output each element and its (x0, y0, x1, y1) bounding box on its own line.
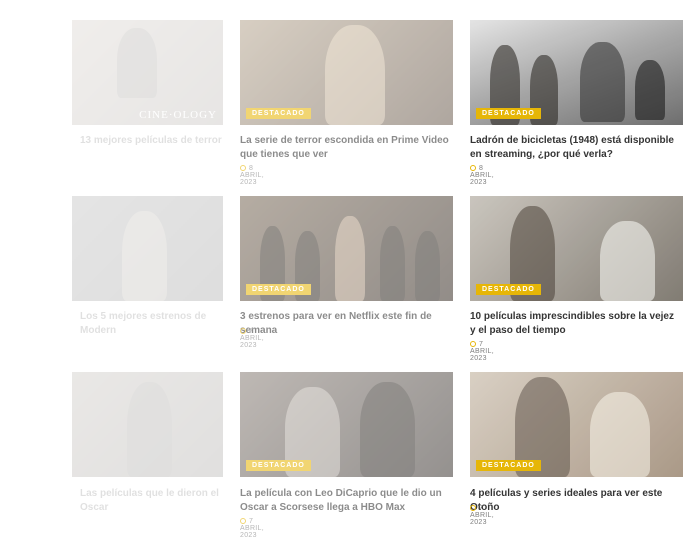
featured-badge: DESTACADO (246, 284, 311, 295)
article-thumbnail[interactable]: DESTACADO (470, 20, 683, 125)
featured-badge: DESTACADO (246, 108, 311, 119)
featured-badge: DESTACADO (246, 460, 311, 471)
article-thumbnail[interactable]: DESTACADO (240, 372, 453, 477)
clock-icon (240, 165, 246, 171)
article-thumbnail[interactable]: CINE·OLOGY (72, 20, 223, 125)
thumbnail-watermark: CINE·OLOGY (139, 109, 217, 121)
article-thumbnail[interactable]: DESTACADO (240, 20, 453, 125)
article-title[interactable]: 3 estrenos para ver en Netflix este fin … (240, 310, 452, 337)
article-title[interactable]: Los 5 mejores estrenos de Modern (80, 310, 222, 337)
clock-icon (240, 518, 246, 524)
featured-badge: DESTACADO (476, 108, 541, 119)
article-thumbnail[interactable] (72, 196, 223, 301)
article-thumbnail[interactable]: DESTACADO (470, 372, 683, 477)
clock-icon (240, 328, 246, 334)
featured-badge: DESTACADO (476, 460, 541, 471)
article-title[interactable]: 10 películas imprescindibles sobre la ve… (470, 310, 682, 337)
article-title[interactable]: Ladrón de bicicletas (1948) está disponi… (470, 134, 682, 161)
clock-icon (470, 165, 476, 171)
article-thumbnail[interactable]: DESTACADO (470, 196, 683, 301)
featured-badge: DESTACADO (476, 284, 541, 295)
article-title[interactable]: La película con Leo DiCaprio que le dio … (240, 487, 452, 514)
article-thumbnail[interactable] (72, 372, 223, 477)
article-title[interactable]: Las películas que le dieron el Oscar (80, 487, 222, 514)
clock-icon (470, 505, 476, 511)
clock-icon (470, 341, 476, 347)
article-title[interactable]: 4 películas y series ideales para ver es… (470, 487, 682, 514)
article-title[interactable]: 13 mejores películas de terror (80, 134, 222, 148)
article-thumbnail[interactable]: DESTACADO (240, 196, 453, 301)
article-title[interactable]: La serie de terror escondida en Prime Vi… (240, 134, 452, 161)
